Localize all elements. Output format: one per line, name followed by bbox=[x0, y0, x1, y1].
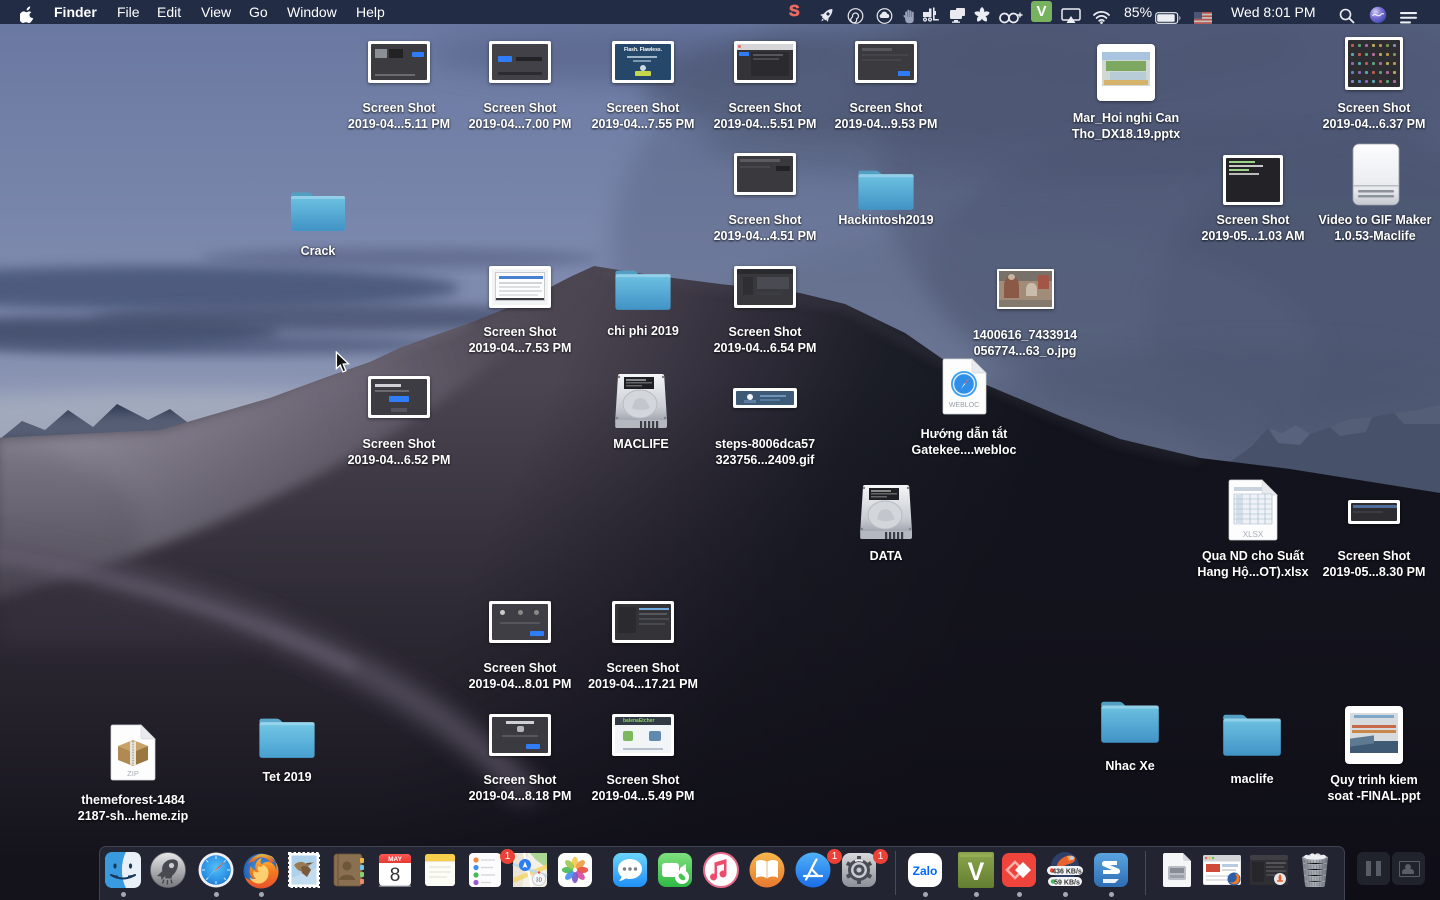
svg-text:3D: 3D bbox=[536, 878, 543, 884]
svg-text:Zalo: Zalo bbox=[913, 864, 938, 878]
svg-text:59 KB/s: 59 KB/s bbox=[1054, 880, 1080, 887]
svg-text:XLSX: XLSX bbox=[1243, 530, 1264, 539]
svg-text:WEBLOC: WEBLOC bbox=[949, 402, 979, 409]
svg-text:8: 8 bbox=[390, 865, 401, 886]
svg-text:ZIP: ZIP bbox=[127, 769, 139, 778]
svg-text:V: V bbox=[968, 858, 985, 886]
svg-text:MAY: MAY bbox=[388, 856, 403, 863]
svg-text:436 KB/s: 436 KB/s bbox=[1052, 869, 1082, 876]
